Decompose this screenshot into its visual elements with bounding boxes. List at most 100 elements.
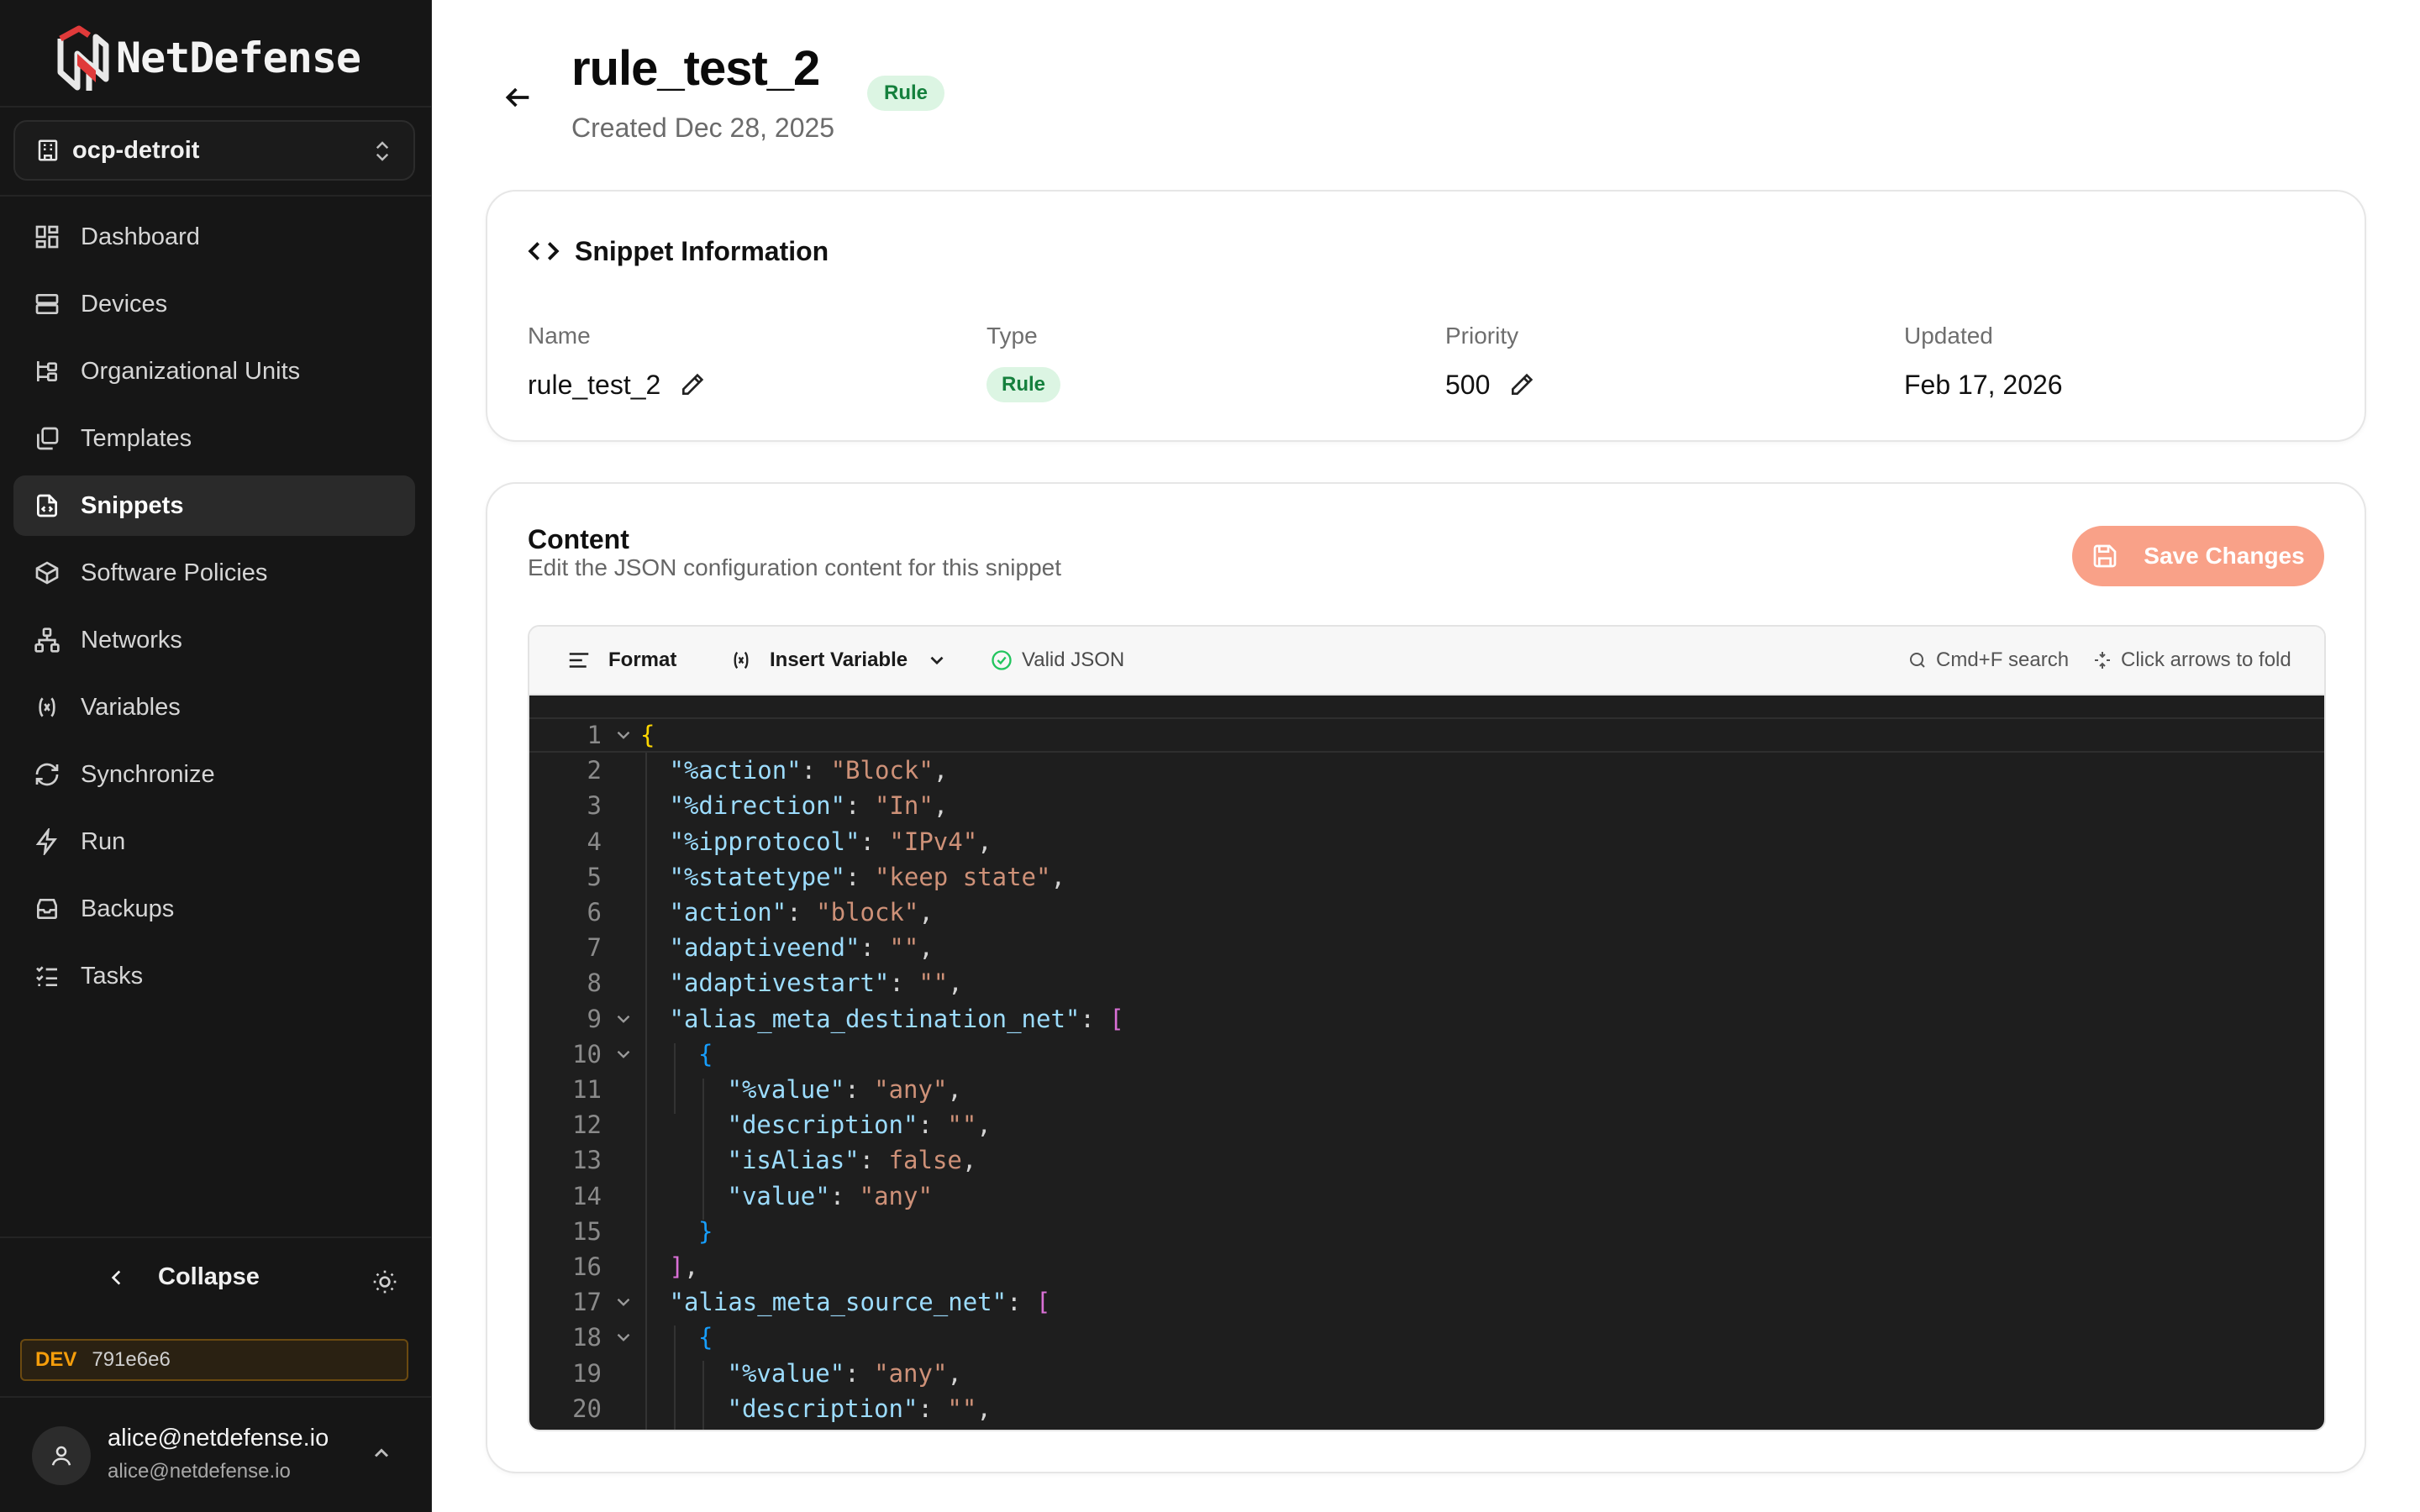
line-number: 15 [572,1216,602,1246]
code-line[interactable]: 15} [529,1214,2324,1249]
code-line[interactable]: 7 "adaptiveend": "", [529,930,2324,965]
code-line[interactable]: 6 "action": "block", [529,895,2324,930]
sidebar-item-synchronize[interactable]: Synchronize [13,744,415,805]
fold-chevron-icon[interactable] [602,1326,645,1348]
back-arrow-icon[interactable] [501,81,534,114]
divider [0,195,431,197]
code-token: { [698,1323,713,1352]
user-menu[interactable]: alice@netdefense.io alice@netdefense.io [0,1399,432,1512]
check-circle-icon [992,650,1012,670]
type-field: Type Rule [986,323,1061,403]
line-number: 4 [587,827,602,856]
sidebar-item-dashboard[interactable]: Dashboard [13,207,415,267]
fold-chevron-icon[interactable] [602,724,645,746]
sidebar-item-software-policies[interactable]: Software Policies [13,543,415,603]
code-line[interactable]: 9 "alias_meta_destination_net": [ [529,1001,2324,1037]
edit-pencil-icon[interactable] [679,371,706,398]
code-text: "alias_meta_destination_net": [ [670,1005,1124,1033]
code-line[interactable]: 11 "%value": "any", [529,1072,2324,1107]
code-token: , [976,1394,992,1423]
sidebar-item-label: Organizational Units [81,357,301,385]
code-text: "%direction": "In", [670,791,949,820]
code-token: "adaptivestart" [669,969,890,998]
sidebar-item-variables[interactable]: Variables [13,677,415,738]
code-token: "any" [859,1181,933,1210]
line-number: 18 [572,1323,602,1352]
code-line[interactable]: 16], [529,1249,2324,1284]
edit-pencil-icon[interactable] [1508,371,1535,398]
sidebar-item-run[interactable]: Run [13,811,415,872]
code-line[interactable]: 18 { [529,1320,2324,1355]
code-token: : [918,1110,948,1140]
environment-badge: DEV 791e6e6 [20,1339,408,1381]
build-hash: 791e6e6 [92,1348,171,1371]
line-number: 19 [572,1358,602,1388]
format-label: Format [608,648,677,671]
json-editor[interactable]: Format Insert Variable Valid JSON Cmd+F … [528,625,2326,1431]
search-hint: Cmd+F search [1907,627,2069,694]
code-line[interactable]: 8 "adaptivestart": "", [529,965,2324,1000]
sidebar-item-networks[interactable]: Networks [13,610,415,670]
code-line[interactable]: 12 "description": "", [529,1107,2324,1142]
code-token: "%ipprotocol" [669,827,860,856]
code-token: : [829,1181,860,1210]
theme-toggle-sun-icon[interactable] [371,1268,398,1295]
code-line[interactable]: 14 "value": "any" [529,1179,2324,1214]
save-changes-button[interactable]: Save Changes [2072,526,2324,586]
code-line[interactable]: 2 "%action": "Block", [529,753,2324,788]
code-text: "%statetype": "keep state", [670,863,1065,891]
search-hint-label: Cmd+F search [1936,648,2070,671]
code-line[interactable]: 19 "%value": "any", [529,1356,2324,1391]
code-token: : [1080,1004,1110,1033]
sidebar-item-label: Devices [81,290,168,318]
env-label: DEV [35,1348,77,1371]
code-text: "%ipprotocol": "IPv4", [670,827,992,856]
line-number: 9 [587,1004,602,1033]
insert-variable-button[interactable]: Insert Variable [729,627,948,694]
code-token: [ [1036,1288,1051,1317]
search-icon [1910,653,1925,668]
list-checks-icon [36,966,57,986]
code-text: "isAlias": false, [728,1146,977,1174]
code-token: false [888,1146,962,1175]
code-line[interactable]: 3 "%direction": "In", [529,788,2324,823]
snippet-file-icon [37,494,57,517]
code-line[interactable]: 5 "%statetype": "keep state", [529,859,2324,895]
fold-chevron-icon[interactable] [602,1291,645,1313]
sidebar-item-organizational-units[interactable]: Organizational Units [13,341,415,402]
code-token: "" [889,933,919,963]
code-line[interactable]: 4 "%ipprotocol": "IPv4", [529,824,2324,859]
brand-logo[interactable]: NetDefense [54,24,361,92]
code-line[interactable]: 10 { [529,1037,2324,1072]
code-line[interactable]: 13 "isAlias": false, [529,1142,2324,1178]
sidebar-item-tasks[interactable]: Tasks [13,946,415,1006]
code-token: "keep state" [874,862,1051,891]
format-button[interactable]: Format [566,627,676,694]
netdefense-logo-icon [57,25,109,91]
code-token: , [918,898,934,927]
code-token: : [801,756,831,785]
line-number: 2 [587,756,602,785]
save-label: Save Changes [2144,543,2305,569]
code-token: "%direction" [669,791,846,821]
updated-value: Feb 17, 2026 [1904,369,2063,400]
sidebar-item-snippets[interactable]: Snippets [13,475,415,536]
bolt-icon [35,828,57,855]
fold-chevron-icon[interactable] [602,1043,645,1065]
fold-chevron-icon[interactable] [602,1008,645,1030]
line-number: 20 [572,1394,602,1423]
sidebar-item-backups[interactable]: Backups [13,879,415,939]
org-selector[interactable]: ocp-detroit [13,120,415,181]
code-token: "" [947,1110,977,1140]
line-number: 7 [587,933,602,963]
brand-name: NetDefense [116,34,361,82]
sidebar-item-templates[interactable]: Templates [13,408,415,469]
sidebar-item-devices[interactable]: Devices [13,274,415,334]
code-text: } [698,1217,713,1246]
code-line[interactable]: 1{ [529,717,2324,753]
line-number: 8 [587,969,602,998]
code-line[interactable]: 20 "description": "", [529,1391,2324,1426]
code-line[interactable]: 17 "alias_meta_source_net": [ [529,1284,2324,1320]
code-area[interactable]: 1{2 "%action": "Block", 3 "%direction": "In… [529,696,2324,1430]
collapse-button[interactable]: Collapse [106,1263,260,1291]
